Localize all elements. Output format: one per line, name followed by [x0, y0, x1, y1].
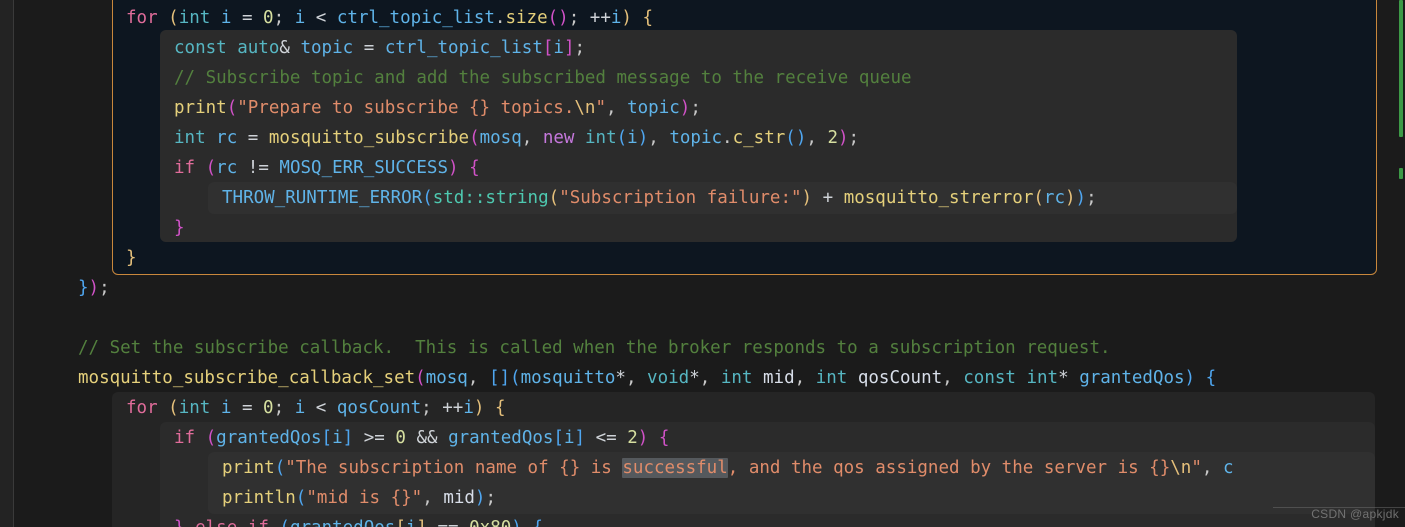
code-line[interactable]: mosquitto_subscribe_callback_set(mosq, […: [78, 363, 1216, 393]
code-line[interactable]: });: [78, 273, 110, 303]
code-line[interactable]: int rc = mosquitto_subscribe(mosq, new i…: [174, 123, 859, 153]
code-line[interactable]: println("mid is {}", mid);: [222, 483, 496, 513]
code-line[interactable]: THROW_RUNTIME_ERROR(std::string("Subscri…: [222, 183, 1097, 213]
selected-text[interactable]: successful: [622, 458, 728, 478]
code-editor[interactable]: for (int i = 0; i < ctrl_topic_list.size…: [0, 0, 1405, 527]
code-line[interactable]: for (int i = 0; i < ctrl_topic_list.size…: [126, 3, 653, 33]
code-line[interactable]: }: [174, 213, 185, 243]
ruler-mark: [1399, 0, 1403, 137]
window-edge-strip: [0, 0, 13, 527]
code-line-comment[interactable]: // Subscribe topic and add the subscribe…: [174, 63, 912, 93]
code-line[interactable]: if (grantedQos[i] >= 0 && grantedQos[i] …: [174, 423, 669, 453]
code-line[interactable]: for (int i = 0; i < qosCount; ++i) {: [126, 393, 506, 423]
code-surface[interactable]: for (int i = 0; i < ctrl_topic_list.size…: [14, 0, 1397, 527]
code-line[interactable]: print("Prepare to subscribe {} topics.\n…: [174, 93, 701, 123]
watermark-rule: [1273, 507, 1405, 508]
code-line[interactable]: }: [126, 243, 137, 273]
ruler-mark: [1399, 168, 1403, 179]
overview-ruler[interactable]: [1391, 0, 1405, 527]
code-line-comment[interactable]: // Set the subscribe callback. This is c…: [78, 333, 1111, 363]
code-line-with-selection[interactable]: print("The subscription name of {} is su…: [222, 453, 1234, 483]
code-line[interactable]: } else if (grantedQos[i] == 0x80) {: [174, 513, 543, 527]
code-line[interactable]: const auto& topic = ctrl_topic_list[i];: [174, 33, 585, 63]
code-line[interactable]: if (rc != MOSQ_ERR_SUCCESS) {: [174, 153, 480, 183]
